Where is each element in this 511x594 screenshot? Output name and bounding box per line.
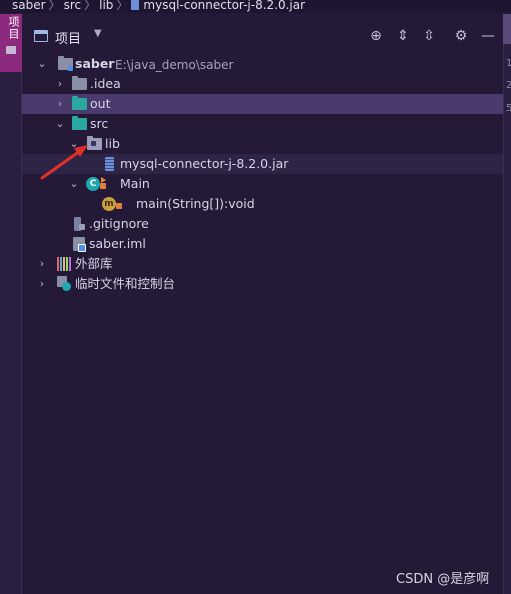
tree-row-gitignore[interactable]: .gitignore: [22, 214, 503, 234]
tree-label-idea: .idea: [90, 76, 121, 91]
module-file-icon: [73, 237, 86, 252]
tree-label-project-path: E:\java_demo\saber: [115, 58, 234, 72]
tree-label-main-class: Main: [120, 176, 150, 191]
tree-label-gitignore: .gitignore: [89, 216, 149, 231]
locate-icon[interactable]: ⊕: [367, 27, 385, 45]
library-folder-icon: [87, 136, 102, 150]
line-number: 2: [506, 80, 511, 91]
project-toolbar: 项目 ▼ ⊕ ⇕ ⇳ ⚙ —: [22, 22, 503, 50]
tree-label-scratches: 临时文件和控制台: [75, 276, 176, 291]
breadcrumb-separator: 〉: [116, 0, 129, 12]
tree-label-jar: mysql-connector-j-8.2.0.jar: [120, 156, 289, 171]
chevron-right-icon[interactable]: ›: [36, 256, 48, 272]
tree-row-scratches[interactable]: › 临时文件和控制台: [22, 274, 503, 294]
tree-row-main-class[interactable]: ⌄ C Main: [22, 174, 503, 194]
minimize-icon[interactable]: —: [479, 27, 497, 45]
breadcrumb-separator: 〉: [84, 0, 97, 12]
folder-icon: [72, 96, 87, 110]
chevron-right-icon[interactable]: ›: [36, 276, 48, 292]
tree-row-project-root[interactable]: ⌄ saber E:\java_demo\saber: [22, 54, 503, 74]
external-libraries-icon: [57, 257, 71, 271]
gear-icon[interactable]: ⚙: [452, 27, 470, 45]
line-number: 1: [506, 58, 511, 69]
tree-label-project: saber: [75, 56, 115, 71]
tree-label-iml: saber.iml: [89, 236, 146, 251]
tree-row-out[interactable]: › out: [22, 94, 503, 114]
jar-icon: [105, 157, 114, 171]
lock-icon: [100, 183, 106, 189]
chevron-right-icon[interactable]: ›: [54, 96, 66, 112]
breadcrumb: saber 〉 src 〉 lib 〉 mysql-connector-j-8.2.0.ja…: [0, 0, 511, 13]
folder-icon: [72, 76, 87, 90]
folder-icon: [6, 46, 16, 54]
expand-all-icon[interactable]: ⇕: [394, 27, 412, 45]
folder-icon: [72, 116, 87, 130]
chevron-down-icon[interactable]: ⌄: [54, 116, 66, 132]
module-badge-icon: [68, 66, 73, 71]
breadcrumb-item-lib[interactable]: lib: [99, 0, 113, 12]
tree-label-lib: lib: [105, 136, 120, 151]
jar-icon: [131, 0, 140, 10]
chevron-down-icon[interactable]: ▼: [94, 28, 102, 39]
tree-row-external-libraries[interactable]: › 外部库: [22, 254, 503, 274]
tree-row-main-method[interactable]: m main(String[]):void: [22, 194, 503, 214]
tree-row-lib[interactable]: ⌄ lib: [22, 134, 503, 154]
chevron-down-icon[interactable]: ⌄: [68, 136, 80, 152]
tree-label-external-libraries: 外部库: [75, 256, 113, 271]
chevron-down-icon[interactable]: ⌄: [36, 56, 48, 72]
class-icon: C: [86, 177, 100, 191]
project-tool-tab-label: 项目: [7, 16, 20, 40]
tree-row-jar[interactable]: mysql-connector-j-8.2.0.jar: [22, 154, 503, 174]
chevron-down-icon[interactable]: ⌄: [68, 176, 80, 192]
watermark: CSDN @是彦啊: [396, 572, 490, 587]
collapse-all-icon[interactable]: ⇳: [420, 27, 438, 45]
line-number: 5: [506, 103, 511, 114]
chevron-right-icon[interactable]: ›: [54, 76, 66, 92]
breadcrumb-item-jar[interactable]: mysql-connector-j-8.2.0.jar: [143, 0, 305, 12]
editor-gutter-strip: [503, 14, 511, 594]
breadcrumb-item-project[interactable]: saber: [12, 0, 46, 12]
project-view-icon: [34, 30, 48, 42]
editor-tab-edge[interactable]: [503, 14, 511, 44]
tree-row-src[interactable]: ⌄ src: [22, 114, 503, 134]
tree-row-idea[interactable]: › .idea: [22, 74, 503, 94]
lock-icon: [116, 203, 122, 209]
method-icon: m: [102, 197, 116, 211]
breadcrumb-separator: 〉: [48, 0, 61, 12]
tree-row-iml[interactable]: saber.iml: [22, 234, 503, 254]
breadcrumb-item-src[interactable]: src: [64, 0, 82, 12]
project-view-title[interactable]: 项目: [55, 28, 81, 47]
tree-label-src: src: [90, 116, 109, 131]
scratches-icon: [57, 276, 72, 291]
left-tool-strip: [0, 14, 22, 594]
tree-label-main-method: main(String[]):void: [136, 196, 255, 211]
gitignore-icon: [73, 217, 85, 231]
tree-label-out: out: [90, 96, 111, 111]
